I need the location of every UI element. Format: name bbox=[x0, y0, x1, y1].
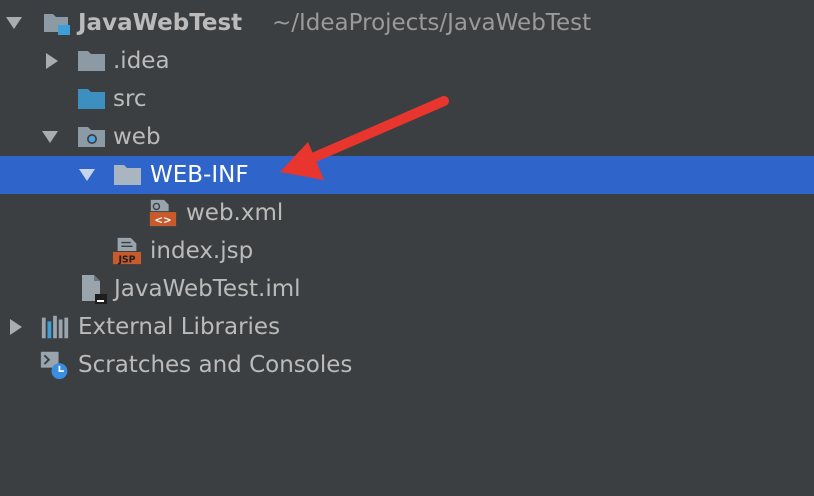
expand-arrow-icon[interactable] bbox=[78, 166, 96, 184]
tree-item-label: JavaWebTest.iml bbox=[114, 276, 301, 302]
project-tree: JavaWebTest ~/IdeaProjects/JavaWebTest .… bbox=[0, 0, 814, 496]
library-icon bbox=[40, 312, 70, 342]
tree-row-web-xml[interactable]: <> web.xml bbox=[0, 194, 814, 232]
jsp-file-icon: JSP bbox=[112, 236, 142, 266]
source-folder-icon bbox=[77, 84, 107, 114]
tree-row-scratches[interactable]: Scratches and Consoles bbox=[0, 346, 814, 384]
project-folder-icon bbox=[42, 8, 72, 38]
tree-item-label: src bbox=[113, 86, 147, 112]
collapse-arrow-icon[interactable] bbox=[43, 52, 61, 70]
tree-item-label: index.jsp bbox=[150, 238, 254, 264]
tree-item-label: WEB-INF bbox=[150, 162, 249, 188]
tree-item-label: .idea bbox=[113, 48, 170, 74]
scratches-icon bbox=[40, 350, 70, 380]
folder-icon bbox=[77, 46, 107, 76]
tree-row-index-jsp[interactable]: JSP index.jsp bbox=[0, 232, 814, 270]
tree-item-label: web.xml bbox=[186, 200, 284, 226]
tree-row-external-libraries[interactable]: External Libraries bbox=[0, 308, 814, 346]
tree-row-web[interactable]: web bbox=[0, 118, 814, 156]
web-folder-icon bbox=[77, 122, 107, 152]
jsp-badge-text: JSP bbox=[117, 254, 135, 265]
folder-icon bbox=[113, 160, 143, 190]
tree-row-idea[interactable]: .idea bbox=[0, 42, 814, 80]
xml-badge-text: <> bbox=[154, 214, 171, 226]
expand-arrow-icon[interactable] bbox=[41, 128, 59, 146]
tree-row-iml[interactable]: JavaWebTest.iml bbox=[0, 270, 814, 308]
xml-file-icon: <> bbox=[148, 198, 178, 228]
tree-row-project[interactable]: JavaWebTest ~/IdeaProjects/JavaWebTest bbox=[0, 4, 814, 42]
tree-item-label: web bbox=[113, 124, 161, 150]
tree-row-web-inf[interactable]: WEB-INF bbox=[0, 156, 814, 194]
tree-row-src[interactable]: src bbox=[0, 80, 814, 118]
tree-item-label: External Libraries bbox=[78, 314, 281, 340]
project-path: ~/IdeaProjects/JavaWebTest bbox=[272, 10, 592, 36]
tree-item-label: Scratches and Consoles bbox=[78, 352, 353, 378]
project-name: JavaWebTest bbox=[78, 10, 243, 36]
expand-arrow-icon[interactable] bbox=[5, 14, 23, 32]
module-file-icon bbox=[78, 274, 108, 304]
collapse-arrow-icon[interactable] bbox=[7, 318, 25, 336]
